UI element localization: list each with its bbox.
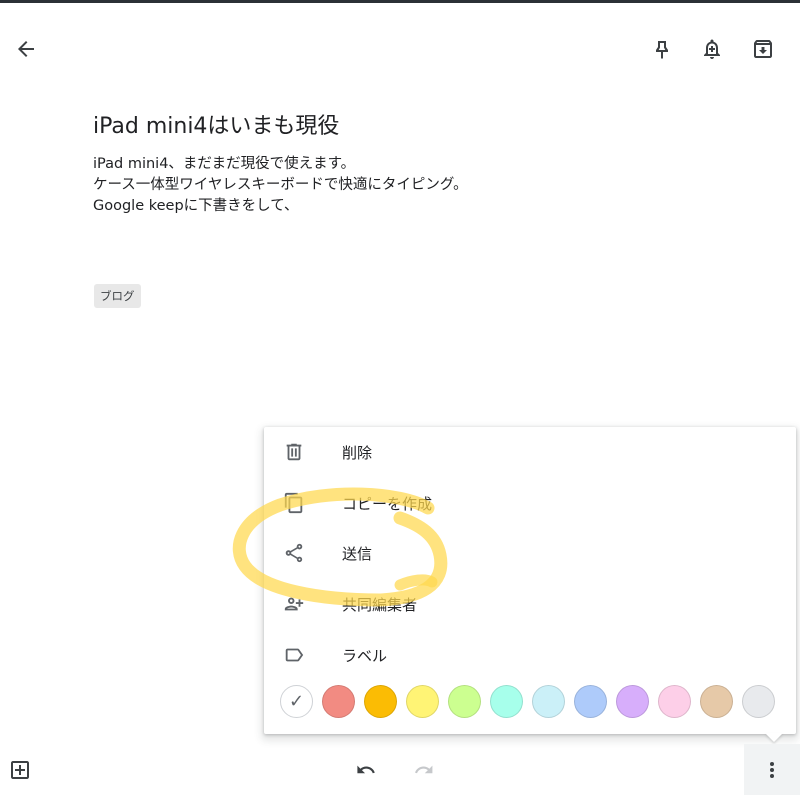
menu-item-send[interactable]: 送信	[264, 528, 796, 578]
menu-pointer	[765, 733, 783, 742]
more-options-menu: 削除 コピーを作成 送信 共同編集者 ラベル ✓	[264, 427, 796, 734]
note-body-line: Google keepに下書きをして、	[93, 198, 299, 214]
color-swatch-green[interactable]	[448, 685, 481, 718]
color-swatch-gray[interactable]	[742, 685, 775, 718]
menu-item-label-option[interactable]: ラベル	[264, 630, 796, 680]
color-swatch-yellow[interactable]	[406, 685, 439, 718]
color-swatch-red[interactable]	[322, 685, 355, 718]
more-options-button[interactable]	[744, 744, 800, 795]
trash-icon	[282, 440, 306, 464]
color-swatch-pink[interactable]	[658, 685, 691, 718]
redo-button[interactable]	[404, 750, 444, 790]
arrow-back-icon	[18, 41, 34, 57]
color-swatch-orange[interactable]	[364, 685, 397, 718]
menu-item-label: ラベル	[342, 646, 388, 665]
label-chip[interactable]: ブログ	[94, 284, 141, 308]
color-swatch-dark-blue[interactable]	[574, 685, 607, 718]
note-body[interactable]: iPad mini4、まだまだ現役で使えます。 ケース一体型ワイヤレスキーボード…	[93, 154, 468, 217]
copy-icon	[282, 491, 306, 515]
color-swatch-default[interactable]: ✓	[280, 685, 313, 718]
undo-button[interactable]	[346, 750, 386, 790]
label-icon	[282, 643, 306, 667]
window-top-border	[0, 0, 800, 3]
color-swatch-blue[interactable]	[532, 685, 565, 718]
menu-item-label: 削除	[342, 443, 373, 462]
more-vert-icon	[770, 761, 774, 778]
menu-item-make-copy[interactable]: コピーを作成	[264, 478, 796, 528]
add-button[interactable]	[0, 750, 40, 790]
back-button[interactable]	[6, 29, 46, 69]
archive-button[interactable]	[743, 29, 783, 69]
color-swatch-teal[interactable]	[490, 685, 523, 718]
note-body-line: iPad mini4、まだまだ現役で使えます。	[93, 156, 356, 172]
undo-icon	[357, 765, 375, 774]
pin-icon	[656, 41, 668, 59]
menu-item-label: 共同編集者	[342, 595, 418, 614]
check-icon: ✓	[288, 690, 305, 712]
color-swatch-brown[interactable]	[700, 685, 733, 718]
archive-icon	[754, 40, 772, 58]
color-swatch-purple[interactable]	[616, 685, 649, 718]
reminder-button[interactable]	[692, 29, 732, 69]
menu-item-label: 送信	[342, 544, 373, 563]
note-title[interactable]: iPad mini4はいまも現役	[93, 108, 339, 140]
redo-icon	[415, 765, 433, 774]
pin-button[interactable]	[642, 29, 682, 69]
add-box-icon	[11, 761, 29, 779]
menu-item-label: コピーを作成	[342, 494, 433, 513]
share-icon	[282, 541, 306, 565]
person-add-icon	[282, 592, 306, 616]
menu-item-collaborator[interactable]: 共同編集者	[264, 579, 796, 629]
menu-item-delete[interactable]: 削除	[264, 427, 796, 477]
bell-plus-icon	[704, 39, 720, 59]
note-body-line: ケース一体型ワイヤレスキーボードで快適にタイピング。	[93, 177, 468, 193]
